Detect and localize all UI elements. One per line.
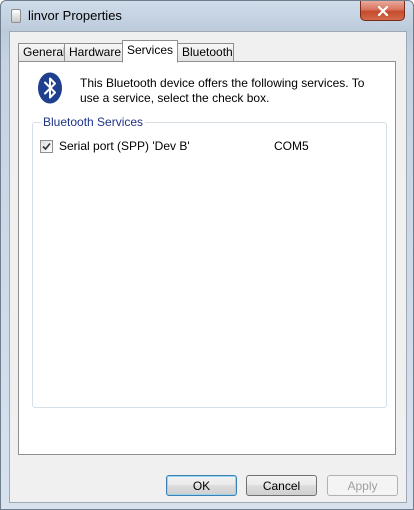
- apply-button[interactable]: Apply: [327, 475, 398, 496]
- tab-general[interactable]: General: [18, 43, 66, 61]
- title-bar[interactable]: linvor Properties: [1, 1, 413, 31]
- service-name: Serial port (SPP) 'Dev B': [59, 139, 190, 153]
- tab-services[interactable]: Services: [122, 40, 178, 63]
- services-tab-panel: This Bluetooth device offers the followi…: [18, 61, 396, 455]
- close-icon: [377, 5, 388, 16]
- cancel-button[interactable]: Cancel: [246, 475, 317, 496]
- service-row[interactable]: Serial port (SPP) 'Dev B' COM5: [40, 139, 380, 155]
- service-checkbox[interactable]: [40, 140, 53, 153]
- tab-bluetooth[interactable]: Bluetooth: [177, 43, 234, 61]
- bluetooth-icon: [38, 72, 62, 104]
- tab-hardware[interactable]: Hardware: [64, 43, 124, 61]
- close-button[interactable]: [360, 1, 405, 21]
- bluetooth-services-group: Bluetooth Services Serial port (SPP) 'De…: [32, 115, 387, 408]
- service-port: COM5: [274, 139, 309, 153]
- checkmark-icon: [42, 142, 51, 151]
- group-label: Bluetooth Services: [41, 115, 146, 129]
- ok-button[interactable]: OK: [166, 475, 237, 496]
- window-title: linvor Properties: [28, 8, 122, 23]
- device-icon: [11, 9, 21, 23]
- dialog-client-area: General Hardware Services Bluetooth This…: [9, 31, 407, 503]
- properties-window: linvor Properties General Hardware Servi…: [0, 0, 414, 510]
- intro-text: This Bluetooth device offers the followi…: [80, 76, 365, 105]
